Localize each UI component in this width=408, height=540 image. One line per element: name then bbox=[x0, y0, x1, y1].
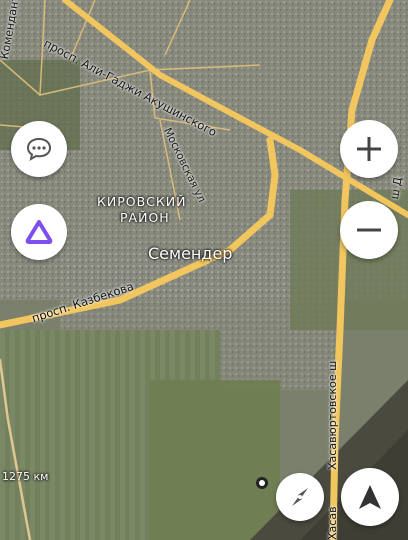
chat-button[interactable] bbox=[11, 121, 67, 177]
satellite-map bbox=[0, 0, 408, 540]
street-label-khasav-bottom: Хасав bbox=[326, 506, 339, 540]
km-marker-label: 1275 км bbox=[2, 470, 49, 483]
street-label-khasavyurt: Хасавюртовское ш bbox=[326, 360, 339, 470]
zoom-out-button[interactable] bbox=[340, 201, 398, 259]
navigation-arrow-icon bbox=[357, 483, 383, 511]
compass-button[interactable] bbox=[276, 473, 324, 521]
district-label-line1: КИРОВСКИЙ bbox=[97, 194, 187, 209]
plus-icon bbox=[355, 135, 383, 163]
district-label-line2: РАЙОН bbox=[120, 210, 170, 225]
navigate-button[interactable] bbox=[341, 468, 399, 526]
place-label-semender[interactable]: Семендер bbox=[148, 244, 232, 263]
minus-icon bbox=[355, 216, 383, 244]
alice-button[interactable] bbox=[11, 204, 67, 260]
speech-bubble-icon bbox=[25, 136, 53, 162]
map-view[interactable]: просп. Али-Гаджи Акушинского Комендант М… bbox=[0, 0, 408, 540]
zoom-in-button[interactable] bbox=[340, 120, 398, 178]
compass-icon bbox=[286, 483, 314, 511]
alice-triangle-icon bbox=[24, 218, 54, 246]
